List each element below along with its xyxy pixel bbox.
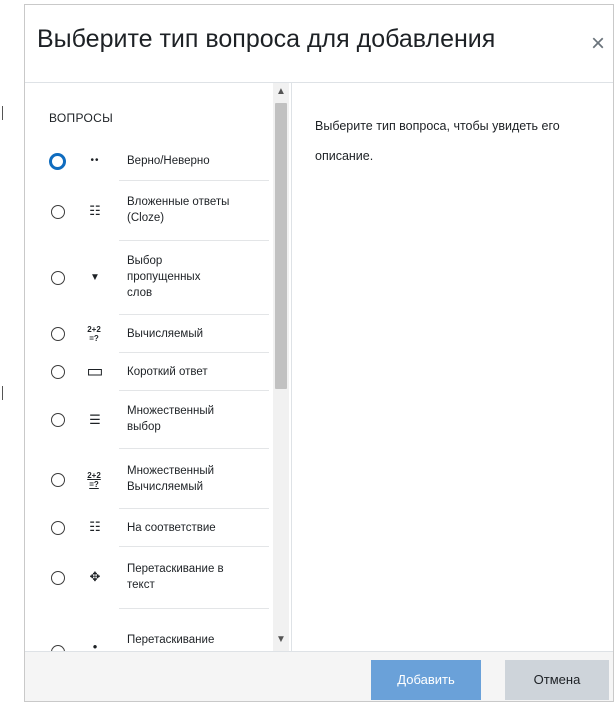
background-page-edge xyxy=(0,0,24,702)
option-label: Вычисляемый xyxy=(127,328,204,340)
radio-button[interactable] xyxy=(51,521,65,535)
cloze-icon: ☷ xyxy=(89,203,101,218)
question-type-dialog: Выберите тип вопроса для добавления × ВО… xyxy=(24,4,614,702)
caret-down-icon: ▼ xyxy=(90,272,100,283)
question-type-list: ВОПРОСЫ •• Верно/Неверно ☷ Вложенные отв… xyxy=(25,83,273,651)
option-label: Короткий ответ xyxy=(127,366,208,378)
option-label: Перетаскивание xyxy=(127,634,215,646)
radio-button[interactable] xyxy=(51,571,65,585)
option-cloze[interactable]: ☷ Вложенные ответы (Cloze) xyxy=(25,181,273,241)
dialog-header: Выберите тип вопроса для добавления × xyxy=(25,5,613,83)
option-truefalse[interactable]: •• Верно/Неверно xyxy=(25,141,273,181)
close-button[interactable]: × xyxy=(585,29,611,59)
options-scrollbar[interactable]: ▲ ▼ xyxy=(273,83,289,651)
radio-button[interactable] xyxy=(51,413,65,427)
calculated-icon: 2+2 =? xyxy=(87,325,101,343)
option-label: Множественный выбор xyxy=(127,405,215,433)
type-description: Выберите тип вопроса, чтобы увидеть его … xyxy=(315,119,560,163)
option-shortanswer[interactable]: ▭ Короткий ответ xyxy=(25,353,273,391)
match-icon: ☷ xyxy=(89,519,101,534)
pane-divider xyxy=(291,83,292,651)
dialog-footer: Добавить Отмена xyxy=(25,651,613,701)
background-tick xyxy=(2,386,3,400)
calculatedmulti-icon: 2+2 =? xyxy=(87,471,101,489)
option-label: Перетаскивание в текст xyxy=(127,563,224,591)
option-ddwtos[interactable]: ✥ Перетаскивание в текст xyxy=(25,547,273,609)
cancel-button[interactable]: Отмена xyxy=(505,660,609,700)
background-tick xyxy=(2,106,3,120)
option-match[interactable]: ☷ На соответствие xyxy=(25,509,273,547)
scroll-down-arrow-icon[interactable]: ▼ xyxy=(273,633,289,647)
option-calculatedmulti[interactable]: 2+2 =? Множественный Вычисляемый xyxy=(25,449,273,509)
scroll-thumb[interactable] xyxy=(275,103,287,389)
scroll-up-arrow-icon[interactable]: ▲ xyxy=(273,85,289,99)
radio-button[interactable] xyxy=(51,327,65,341)
drag-arrows-icon: ✥ xyxy=(89,569,101,584)
radio-button[interactable] xyxy=(51,271,65,285)
multichoice-icon: ☰ xyxy=(89,412,101,427)
option-label: Выбор пропущенных слов xyxy=(127,255,201,299)
radio-button[interactable] xyxy=(49,153,66,170)
option-ddimageortext[interactable]: • Перетаскивание xyxy=(25,609,273,651)
truefalse-icon: •• xyxy=(90,155,100,166)
option-gapselect[interactable]: ▼ Выбор пропущенных слов xyxy=(25,241,273,315)
option-multichoice[interactable]: ☰ Множественный выбор xyxy=(25,391,273,449)
drag-icon: • xyxy=(92,639,98,651)
option-label: Верно/Неверно xyxy=(127,155,210,167)
option-label: На соответствие xyxy=(127,522,216,534)
option-label: Множественный Вычисляемый xyxy=(127,465,215,493)
option-label: Вложенные ответы (Cloze) xyxy=(127,196,230,224)
dialog-title: Выберите тип вопроса для добавления xyxy=(37,25,496,53)
radio-button[interactable] xyxy=(51,365,65,379)
radio-button[interactable] xyxy=(51,205,65,219)
add-button[interactable]: Добавить xyxy=(371,660,481,700)
radio-button[interactable] xyxy=(51,473,65,487)
section-heading: ВОПРОСЫ xyxy=(49,111,114,125)
shortanswer-icon: ▭ xyxy=(86,361,104,381)
option-calculated[interactable]: 2+2 =? Вычисляемый xyxy=(25,315,273,353)
